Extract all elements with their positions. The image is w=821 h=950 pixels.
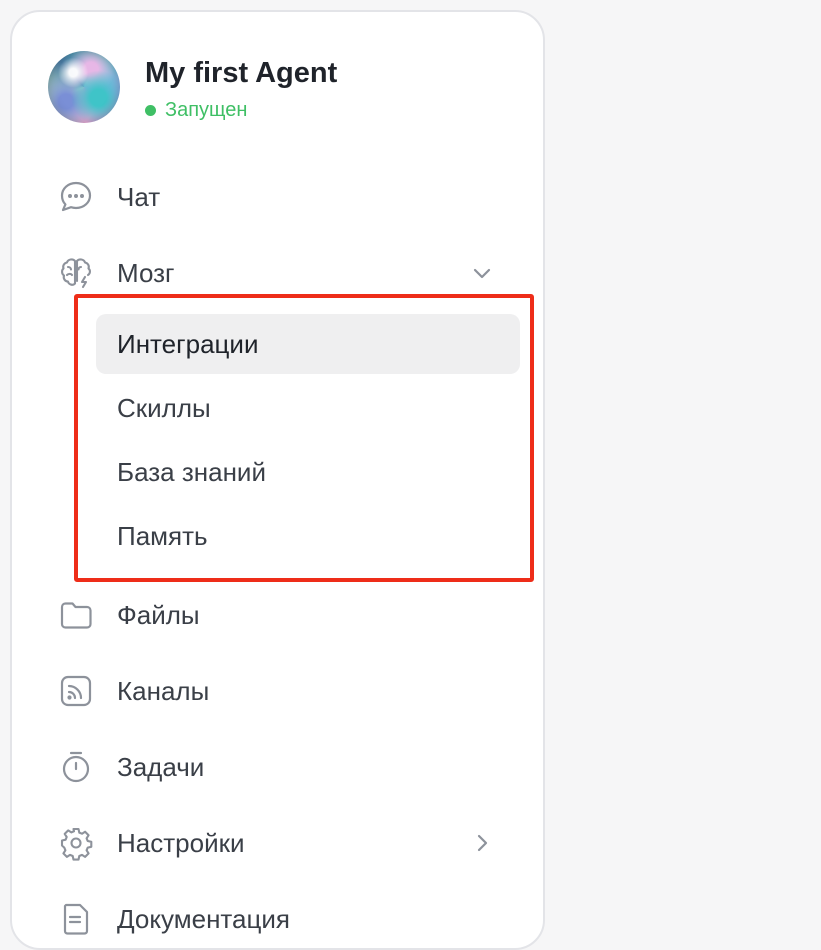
submenu-item-memory[interactable]: Память [96,506,520,566]
submenu-item-label: Память [117,520,208,551]
submenu-item-skills[interactable]: Скиллы [96,378,520,438]
submenu-item-label: Интеграции [117,328,259,359]
folder-icon [52,591,100,639]
agent-avatar[interactable] [48,51,120,123]
document-icon [52,895,100,943]
sidebar-item-channels-label: Каналы [117,675,210,706]
brain-icon [52,249,100,297]
status-dot-icon [145,105,156,116]
sidebar-item-docs-label: Документация [117,903,290,934]
chat-bubble-icon [52,173,100,221]
sidebar-item-channels[interactable]: Каналы [52,667,502,715]
submenu-item-knowledge-base[interactable]: База знаний [96,442,520,502]
agent-status: Запущен [145,99,247,122]
sidebar-item-tasks-label: Задачи [117,751,205,782]
submenu-item-label: База знаний [117,456,266,487]
sidebar-item-brain[interactable]: Мозг [52,249,502,297]
sidebar-item-files[interactable]: Файлы [52,591,502,639]
gear-icon [52,819,100,867]
sidebar-item-settings-label: Настройки [117,827,245,858]
agent-status-label: Запущен [165,99,248,121]
sidebar-item-files-label: Файлы [117,599,200,630]
chevron-right-icon[interactable] [466,827,498,859]
sidebar-item-tasks[interactable]: Задачи [52,743,502,791]
submenu-item-label: Скиллы [117,392,211,423]
sidebar-item-brain-label: Мозг [117,257,175,288]
agent-name: My first Agent [145,57,338,89]
sidebar-item-docs[interactable]: Документация [52,895,502,943]
sidebar-item-chat[interactable]: Чат [52,173,502,221]
sidebar-item-chat-label: Чат [117,181,161,212]
stopwatch-icon [52,743,100,791]
chevron-down-icon[interactable] [466,257,498,289]
submenu-item-integrations[interactable]: Интеграции [96,314,520,374]
rss-icon [52,667,100,715]
sidebar-item-settings[interactable]: Настройки [52,819,502,867]
